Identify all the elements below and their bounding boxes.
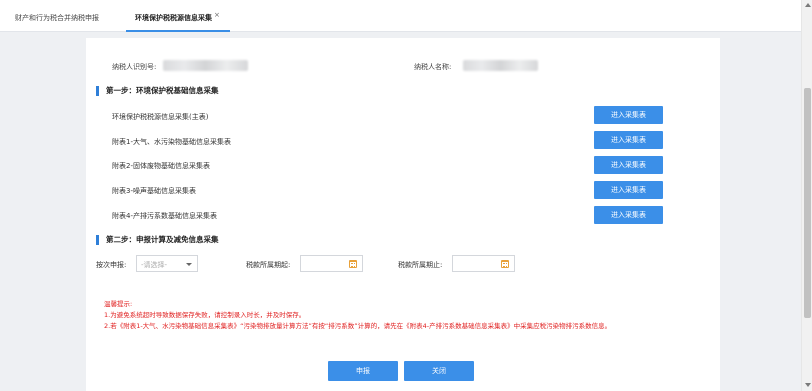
row-label-main-table: 环境保护税税源信息采集(主表) <box>112 113 209 121</box>
chevron-down-icon <box>186 263 192 266</box>
row-label-appendix1: 附表1-大气、水污染物基础信息采集表 <box>112 138 231 146</box>
select-placeholder: -请选择- <box>141 261 168 269</box>
calendar-icon[interactable] <box>501 260 509 268</box>
submit-declaration-button[interactable]: 申报 <box>328 361 398 381</box>
taxpayer-name-redacted <box>463 60 538 71</box>
scrollbar-thumb[interactable] <box>804 88 811 318</box>
tips-title: 温馨提示: <box>104 300 133 308</box>
enter-appendix3-button[interactable]: 进入采集表 <box>594 181 663 199</box>
tab-property-tax-declaration[interactable]: 财产和行为税合并纳税申报 <box>15 13 99 23</box>
tab-environmental-tax-source[interactable]: 环境保护税税源信息采集 × <box>126 0 230 32</box>
per-time-declaration-label: 按次申报: <box>96 261 127 269</box>
enter-appendix4-button[interactable]: 进入采集表 <box>594 206 663 224</box>
close-icon[interactable]: × <box>214 11 220 19</box>
enter-main-table-button[interactable]: 进入采集表 <box>594 106 663 124</box>
step1-heading: 第一步：环境保护税基础信息采集 <box>96 86 219 96</box>
row-label-appendix3: 附表3-噪声基础信息采集表 <box>112 187 196 195</box>
tab-bar: 财产和行为税合并纳税申报 环境保护税税源信息采集 × <box>0 0 801 32</box>
scroll-up-arrow-icon[interactable] <box>805 3 811 7</box>
tips-line-1: 1.为避免系统超时导致数据保存失败，请控制录入时长，并及时保存。 <box>104 311 306 319</box>
warm-tips: 温馨提示: 1.为避免系统超时导致数据保存失败，请控制录入时长，并及时保存。 2… <box>104 299 611 332</box>
taxpayer-id-label: 纳税人识别号: <box>112 63 157 71</box>
row-label-appendix4: 附表4-产排污系数基础信息采集表 <box>112 212 217 220</box>
period-end-label: 税款所属期止: <box>398 261 443 269</box>
period-start-label: 税款所属期起: <box>246 261 291 269</box>
calendar-icon[interactable] <box>349 260 357 268</box>
period-end-date-input[interactable] <box>452 255 515 272</box>
period-start-date-input[interactable] <box>300 255 363 272</box>
tips-line-2: 2.若《附表1-大气、水污染物基础信息采集表》“污染物排放量计算方法”有按“排污… <box>104 322 612 330</box>
taxpayer-id-redacted <box>163 60 248 71</box>
row-label-appendix2: 附表2-固体废物基础信息采集表 <box>112 162 210 170</box>
tab-label: 环境保护税税源信息采集 <box>135 14 212 22</box>
close-button[interactable]: 关闭 <box>404 361 474 381</box>
vertical-scrollbar[interactable] <box>801 0 812 391</box>
enter-appendix2-button[interactable]: 进入采集表 <box>594 156 663 174</box>
step2-heading: 第二步：申报计算及减免信息采集 <box>96 235 219 245</box>
enter-appendix1-button[interactable]: 进入采集表 <box>594 131 663 149</box>
per-time-declaration-select[interactable]: -请选择- <box>136 255 198 272</box>
taxpayer-name-label: 纳税人名称: <box>414 63 452 71</box>
scroll-down-arrow-icon[interactable] <box>805 383 811 387</box>
